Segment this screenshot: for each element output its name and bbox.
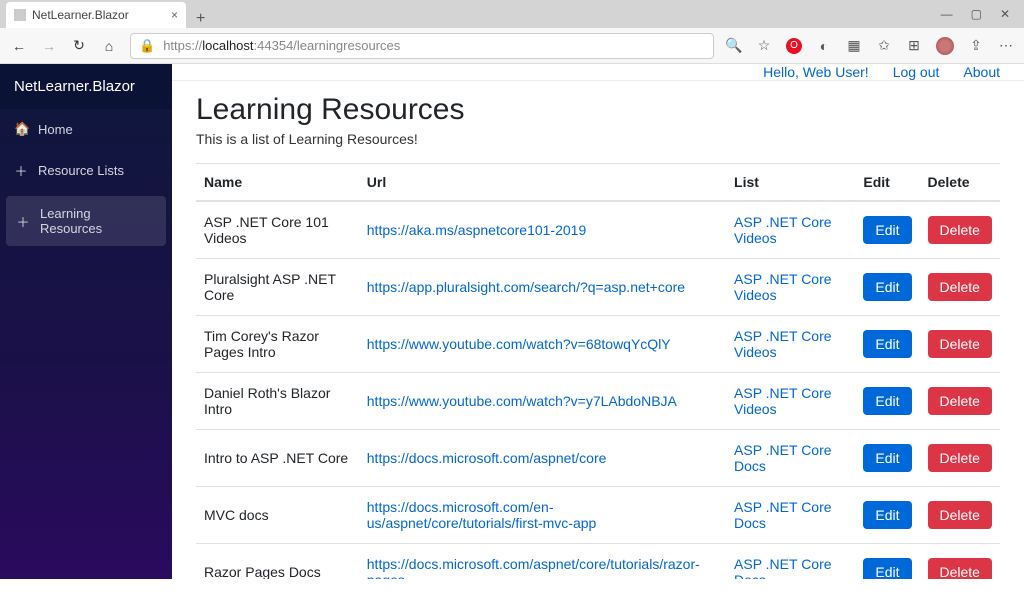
minimize-icon[interactable]: — [941,7,953,21]
extension2-icon[interactable]: ◐ [816,38,832,54]
cell-list-link[interactable]: ASP .NET Core Videos [734,385,832,417]
tab-favicon [14,9,26,21]
cell-name: Pluralsight ASP .NET Core [196,259,359,316]
cell-name: Daniel Roth's Blazor Intro [196,373,359,430]
table-row: ASP .NET Core 101 Videos https://aka.ms/a… [196,201,1000,259]
delete-button[interactable]: Delete [928,444,992,472]
cell-url-link[interactable]: https://aka.ms/aspnetcore101-2019 [367,222,586,238]
plus-icon: ＋ [14,161,28,180]
cell-name: ASP .NET Core 101 Videos [196,201,359,259]
about-link[interactable]: About [963,64,1000,80]
sidebar-item-label: Learning Resources [40,206,156,236]
plus-icon: ＋ [16,212,30,231]
delete-button[interactable]: Delete [928,501,992,529]
tab-title: NetLearner.Blazor [32,8,129,22]
browser-toolbar: ← → ↻ ⌂ 🔒 https://localhost:44354/learni… [0,28,1024,64]
maximize-icon[interactable]: ▢ [971,7,982,21]
sidebar-item-label: Resource Lists [38,163,124,178]
hello-user-link[interactable]: Hello, Web User! [763,64,869,80]
lock-icon: 🔒 [139,38,155,54]
close-tab-icon[interactable]: × [171,8,178,22]
edit-button[interactable]: Edit [863,444,911,472]
extensions-icon[interactable]: ⊞ [906,38,922,54]
cell-name: Razor Pages Docs [196,544,359,580]
cell-url-link[interactable]: https://docs.microsoft.com/aspnet/core [367,450,607,466]
close-window-icon[interactable]: ✕ [1000,7,1010,21]
cell-name: MVC docs [196,487,359,544]
table-row: Intro to ASP .NET Core https://docs.micro… [196,430,1000,487]
delete-button[interactable]: Delete [928,387,992,415]
cell-list-link[interactable]: ASP .NET Core Docs [734,442,832,474]
cell-name: Tim Corey's Razor Pages Intro [196,316,359,373]
cell-list-link[interactable]: ASP .NET Core Docs [734,499,832,531]
cell-url-link[interactable]: https://www.youtube.com/watch?v=y7LAbdoN… [367,393,677,409]
delete-button[interactable]: Delete [928,558,992,579]
edit-button[interactable]: Edit [863,387,911,415]
sidebar: NetLearner.Blazor 🏠 Home ＋ Resource List… [0,64,172,579]
cell-url-link[interactable]: https://www.youtube.com/watch?v=68towqYc… [367,336,671,352]
sidebar-item-label: Home [38,122,73,137]
edit-button[interactable]: Edit [863,216,911,244]
cell-list-link[interactable]: ASP .NET Core Videos [734,271,832,303]
edit-button[interactable]: Edit [863,330,911,358]
cell-url-link[interactable]: https://docs.microsoft.com/en-us/aspnet/… [367,499,597,531]
browser-tab[interactable]: NetLearner.Blazor × [6,2,186,28]
forward-button[interactable]: → [40,38,58,54]
favorite-icon[interactable]: ☆ [756,38,772,54]
home-button[interactable]: ⌂ [100,38,118,54]
resources-table: Name Url List Edit Delete ASP .NET Core … [196,163,1000,579]
th-name: Name [196,164,359,202]
url-text: https://localhost:44354/learningresource… [163,38,400,53]
cell-url-link[interactable]: https://app.pluralsight.com/search/?q=as… [367,279,685,295]
edit-button[interactable]: Edit [863,273,911,301]
app-brand: NetLearner.Blazor [0,64,172,109]
edit-button[interactable]: Edit [863,501,911,529]
address-bar[interactable]: 🔒 https://localhost:44354/learningresour… [130,33,714,59]
profile-avatar[interactable] [936,37,954,55]
cell-name: Intro to ASP .NET Core [196,430,359,487]
th-edit: Edit [855,164,919,202]
table-row: Razor Pages Docs https://docs.microsoft.c… [196,544,1000,580]
cell-url-link[interactable]: https://docs.microsoft.com/aspnet/core/t… [367,556,700,579]
home-icon: 🏠 [14,121,28,137]
top-bar: Hello, Web User! Log out About [172,64,1024,81]
sidebar-item-home[interactable]: 🏠 Home [0,109,172,149]
delete-button[interactable]: Delete [928,330,992,358]
refresh-button[interactable]: ↻ [70,37,88,54]
menu-icon[interactable]: ⋯ [998,38,1014,54]
sidebar-item-learning-resources[interactable]: ＋ Learning Resources [6,196,166,246]
cell-list-link[interactable]: ASP .NET Core Videos [734,214,832,246]
window-controls: — ▢ ✕ [927,0,1024,28]
share-icon[interactable]: ⇪ [968,38,984,54]
extension-icon[interactable]: O [786,38,802,54]
table-row: Tim Corey's Razor Pages Intro https://www… [196,316,1000,373]
sidebar-item-resource-lists[interactable]: ＋ Resource Lists [0,149,172,192]
th-delete: Delete [920,164,1001,202]
table-row: Daniel Roth's Blazor Intro https://www.yo… [196,373,1000,430]
cell-list-link[interactable]: ASP .NET Core Docs [734,556,832,579]
cell-list-link[interactable]: ASP .NET Core Videos [734,328,832,360]
new-tab-button[interactable]: + [186,10,215,28]
edit-button[interactable]: Edit [863,558,911,579]
page-title: Learning Resources [196,93,1000,127]
delete-button[interactable]: Delete [928,216,992,244]
table-row: MVC docshttps://docs.microsoft.com/en-us… [196,487,1000,544]
browser-tab-strip: NetLearner.Blazor × + — ▢ ✕ [0,0,1024,28]
collections-icon[interactable]: ▦ [846,38,862,54]
table-row: Pluralsight ASP .NET Core https://app.plu… [196,259,1000,316]
delete-button[interactable]: Delete [928,273,992,301]
page-subtitle: This is a list of Learning Resources! [196,131,1000,147]
th-url: Url [359,164,726,202]
th-list: List [726,164,855,202]
back-button[interactable]: ← [10,38,28,54]
read-aloud-icon[interactable]: 🔍 [726,38,742,54]
logout-link[interactable]: Log out [893,64,940,80]
favorites-bar-icon[interactable]: ✩ [876,38,892,54]
